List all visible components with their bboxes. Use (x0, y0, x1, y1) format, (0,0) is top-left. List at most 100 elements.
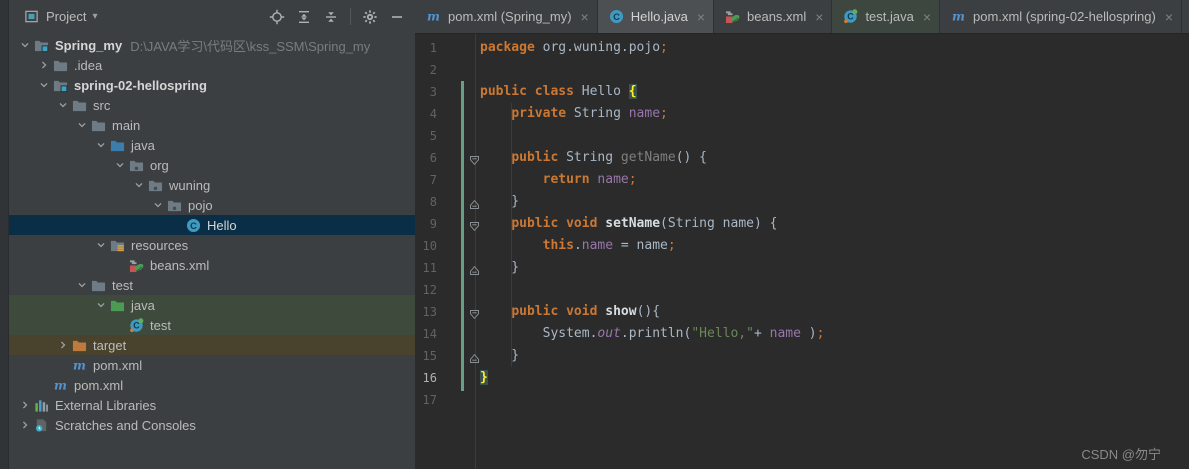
tree-item-external-libraries[interactable]: External Libraries (9, 395, 415, 415)
close-icon[interactable]: × (581, 10, 589, 24)
code-line-14[interactable]: 14 System.out.println("Hello,"+ name ); (415, 323, 1189, 345)
tree-item-test[interactable]: Ctest (9, 315, 415, 335)
tree-item-java[interactable]: java (9, 295, 415, 315)
tree-item-label: java (131, 297, 155, 313)
chevron-down-icon[interactable] (15, 37, 34, 53)
watermark: CSDN @勿宁 (1081, 447, 1161, 462)
code-text: System.out.println("Hello,"+ name ); (480, 326, 825, 341)
line-number: 13 (422, 305, 437, 319)
chevron-right-icon[interactable] (34, 57, 53, 73)
fold-up-icon[interactable] (469, 350, 480, 363)
project-panel-header: Project ▾ (9, 0, 415, 33)
tree-item-resources[interactable]: resources (9, 235, 415, 255)
svg-text:m: m (427, 10, 440, 24)
chevron-down-icon[interactable] (72, 117, 91, 133)
excluded-folder-icon (72, 337, 91, 353)
chevron-down-icon[interactable] (110, 157, 129, 173)
expand-all-icon[interactable] (296, 9, 312, 25)
close-icon[interactable]: × (923, 10, 931, 24)
code-line-6[interactable]: 6 public String getName() { (415, 147, 1189, 169)
code-line-13[interactable]: 13 public void show(){ (415, 301, 1189, 323)
code-line-17[interactable]: 17 (415, 389, 1189, 411)
tree-item-label: spring-02-hellospring (74, 77, 207, 93)
chevron-down-icon[interactable] (34, 77, 53, 93)
chevron-down-icon[interactable] (129, 177, 148, 193)
settings-icon[interactable] (362, 9, 378, 25)
hide-icon[interactable] (389, 9, 405, 25)
tree-item-label: java (131, 137, 155, 153)
code-line-8[interactable]: 8 } (415, 191, 1189, 213)
tab-pom-xml-spring-my[interactable]: m pom.xml (Spring_my) × (415, 0, 598, 33)
test-class-icon: C (843, 9, 859, 25)
line-number: 12 (422, 283, 437, 297)
code-area[interactable]: 1 package org.wuning.pojo; 2 3 public class … (415, 34, 1189, 469)
line-number: 7 (429, 173, 437, 187)
code-line-9[interactable]: 9 public void setName(String name) { (415, 213, 1189, 235)
tab-beans-xml[interactable]: beans.xml × (714, 0, 833, 33)
tree-item-hello[interactable]: C Hello (9, 215, 415, 235)
tab-label: beans.xml (747, 9, 807, 24)
collapse-all-icon[interactable] (323, 9, 339, 25)
code-line-15[interactable]: 15 } (415, 345, 1189, 367)
tree-item-org[interactable]: org (9, 155, 415, 175)
fold-down-icon[interactable] (469, 218, 480, 232)
code-line-1[interactable]: 1 package org.wuning.pojo; (415, 37, 1189, 59)
chevron-right-icon[interactable] (53, 337, 72, 353)
chevron-down-icon[interactable] (91, 237, 110, 253)
tab-test-java[interactable]: Ctest.java × (832, 0, 941, 33)
panel-title: Project (46, 9, 87, 24)
tree-item-target[interactable]: target (9, 335, 415, 355)
close-icon[interactable]: × (815, 10, 823, 24)
chevron-down-icon[interactable] (53, 97, 72, 113)
chevron-down-icon[interactable] (91, 297, 110, 313)
tree-item-spring-02-hellospring[interactable]: spring-02-hellospring (9, 75, 415, 95)
locate-icon[interactable] (269, 9, 285, 25)
chevron-down-icon[interactable] (72, 277, 91, 293)
tree-item-pom-xml[interactable]: m pom.xml (9, 375, 415, 395)
close-icon[interactable]: × (697, 10, 705, 24)
tree-item-pojo[interactable]: pojo (9, 195, 415, 215)
code-line-2[interactable]: 2 (415, 59, 1189, 81)
class-icon: C (186, 217, 205, 233)
code-line-7[interactable]: 7 return name; (415, 169, 1189, 191)
fold-up-icon[interactable] (469, 196, 480, 209)
chevron-down-icon[interactable]: ▾ (92, 11, 97, 22)
tree-item-scratches-and-consoles[interactable]: Scratches and Consoles (9, 415, 415, 435)
chevron-right-icon[interactable] (15, 397, 34, 413)
code-line-4[interactable]: 4 private String name; (415, 103, 1189, 125)
code-line-3[interactable]: 3 public class Hello { (415, 81, 1189, 103)
chevron-right-icon[interactable] (15, 417, 34, 433)
tab-pom-xml-spring-02-hellospring[interactable]: m pom.xml (spring-02-hellospring) × (940, 0, 1183, 33)
tree-item-src[interactable]: src (9, 95, 415, 115)
close-icon[interactable]: × (1165, 10, 1173, 24)
fold-down-icon[interactable] (469, 152, 480, 166)
tree-item-test[interactable]: test (9, 275, 415, 295)
code-line-10[interactable]: 10 this.name = name; (415, 235, 1189, 257)
line-number: 10 (422, 239, 437, 253)
editor-tabs: m pom.xml (Spring_my) × C Hello.java × beans.x… (415, 0, 1189, 34)
fold-up-icon[interactable] (469, 262, 480, 275)
tree-item-pom-xml[interactable]: m pom.xml (9, 355, 415, 375)
class-icon: C (609, 9, 625, 25)
tool-window-stripe[interactable] (0, 0, 9, 469)
code-line-12[interactable]: 12 (415, 279, 1189, 301)
code-line-11[interactable]: 11 } (415, 257, 1189, 279)
chevron-down-icon[interactable] (91, 137, 110, 153)
project-path: D:\JAVA学习\代码区\kss_SSM\Spring_my (130, 38, 371, 54)
fold-down-icon[interactable] (469, 306, 480, 320)
tab-label: pom.xml (spring-02-hellospring) (973, 9, 1156, 24)
tree-item-spring-my[interactable]: Spring_my D:\JAVA学习\代码区\kss_SSM\Spring_my (9, 35, 415, 55)
code-line-16[interactable]: 16} (415, 367, 1189, 389)
chevron-down-icon[interactable] (148, 197, 167, 213)
tree-item-label: .idea (74, 57, 103, 73)
tree-item-beans-xml[interactable]: beans.xml (9, 255, 415, 275)
tree-item-main[interactable]: main (9, 115, 415, 135)
tab-hello-java[interactable]: C Hello.java × (597, 0, 714, 33)
code-text: private String name; (511, 106, 668, 121)
svg-text:m: m (952, 10, 965, 24)
code-line-5[interactable]: 5 (415, 125, 1189, 147)
tree-item-idea[interactable]: .idea (9, 55, 415, 75)
tree-item-wuning[interactable]: wuning (9, 175, 415, 195)
tree-item-java[interactable]: java (9, 135, 415, 155)
